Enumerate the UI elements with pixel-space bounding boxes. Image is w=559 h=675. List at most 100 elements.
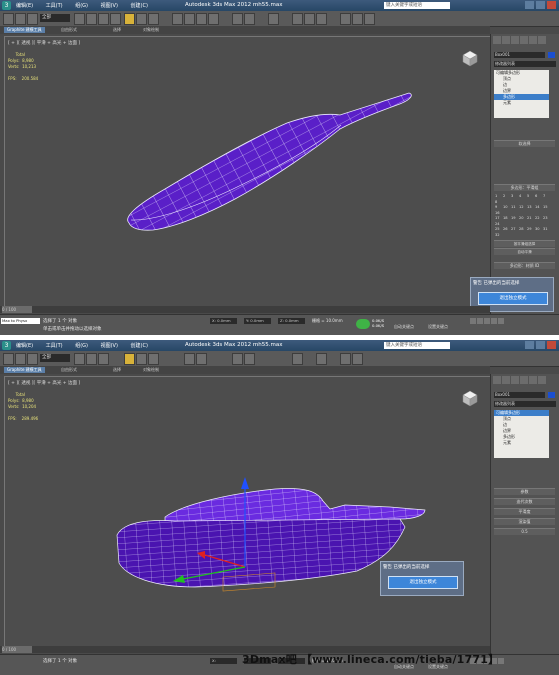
menu-group[interactable]: 组(G): [75, 3, 88, 9]
menu-edit[interactable]: 编辑(E): [16, 343, 33, 349]
modify-tab-icon[interactable]: [502, 36, 510, 44]
close-button[interactable]: [547, 341, 556, 349]
layer-icon[interactable]: [268, 13, 279, 25]
smoothness-value[interactable]: 0.5: [494, 528, 555, 535]
sg-button[interactable]: 10: [503, 205, 511, 211]
render-frame-icon[interactable]: [352, 13, 363, 25]
hierarchy-tab-icon[interactable]: [511, 36, 519, 44]
render-setup-icon[interactable]: [340, 353, 351, 365]
sg-button[interactable]: 30: [535, 227, 543, 233]
go-end-icon[interactable]: [498, 318, 504, 324]
tab-freeform[interactable]: 自由形式: [58, 27, 80, 33]
minimize-button[interactable]: [525, 1, 534, 9]
select-object-icon[interactable]: [74, 353, 85, 365]
select-by-name-icon[interactable]: [86, 13, 97, 25]
minimize-button[interactable]: [525, 341, 534, 349]
sg-button[interactable]: 27: [511, 227, 519, 233]
auto-smooth-button[interactable]: 自动平滑: [494, 248, 555, 255]
play-icon[interactable]: [484, 318, 490, 324]
move-icon[interactable]: [124, 13, 135, 25]
object-name-field[interactable]: Box001: [494, 392, 545, 398]
motion-tab-icon[interactable]: [520, 36, 528, 44]
curve-editor-icon[interactable]: [292, 353, 303, 365]
align-icon[interactable]: [244, 353, 255, 365]
curve-editor-icon[interactable]: [292, 13, 303, 25]
menu-group[interactable]: 组(G): [75, 343, 88, 349]
x-coordinate-field[interactable]: X: 0.0mm: [210, 318, 237, 324]
search-input[interactable]: 键入关键字或短语: [384, 2, 450, 9]
rect-selection-icon[interactable]: [98, 353, 109, 365]
sg-button[interactable]: 29: [527, 227, 535, 233]
snap-icon[interactable]: [184, 13, 195, 25]
render-setup-icon[interactable]: [340, 13, 351, 25]
menu-views[interactable]: 视图(V): [101, 343, 118, 349]
select-object-icon[interactable]: [74, 13, 85, 25]
sg-button[interactable]: 21: [527, 216, 535, 222]
undo-icon[interactable]: [3, 353, 14, 365]
stack-item[interactable]: 元素: [494, 440, 549, 446]
angle-snap-icon[interactable]: [196, 13, 207, 25]
search-input[interactable]: 键入关键字或短语: [384, 342, 450, 349]
sg-button[interactable]: 12: [519, 205, 527, 211]
object-color-swatch[interactable]: [548, 392, 555, 398]
sg-button[interactable]: 4: [519, 194, 527, 200]
sg-button[interactable]: 23: [543, 216, 551, 222]
z-coordinate-field[interactable]: Z: 0.0mm: [278, 318, 305, 324]
utilities-tab-icon[interactable]: [538, 376, 546, 384]
sg-button[interactable]: 13: [527, 205, 535, 211]
rotate-icon[interactable]: [136, 353, 147, 365]
percent-snap-icon[interactable]: [208, 13, 219, 25]
selection-filter-dropdown[interactable]: 全部: [40, 354, 70, 362]
auto-key-button[interactable]: 自动关键点: [394, 324, 414, 330]
scale-icon[interactable]: [148, 13, 159, 25]
display-tab-icon[interactable]: [529, 36, 537, 44]
undo-icon[interactable]: [3, 13, 14, 25]
hierarchy-tab-icon[interactable]: [511, 376, 519, 384]
tab-graphite[interactable]: Graphite 建模工具: [4, 367, 45, 373]
exit-isolation-button[interactable]: 退出独立模式: [388, 576, 458, 589]
mirror-icon[interactable]: [232, 13, 243, 25]
material-editor-icon[interactable]: [316, 13, 327, 25]
menu-tools[interactable]: 工具(T): [46, 3, 63, 9]
tab-object-paint[interactable]: 对象绘制: [140, 27, 162, 33]
motion-tab-icon[interactable]: [520, 376, 528, 384]
tab-selection[interactable]: 选择: [110, 27, 124, 33]
sg-button[interactable]: 7: [543, 194, 551, 200]
sg-button[interactable]: 14: [535, 205, 543, 211]
schematic-icon[interactable]: [304, 13, 315, 25]
sg-button[interactable]: 3: [511, 194, 519, 200]
app-logo-icon[interactable]: 3: [2, 1, 11, 10]
perspective-viewport[interactable]: [ + ][ 透视 ][ 平滑 + 高光 + 边面 ] Total Polys:…: [4, 376, 491, 648]
link-icon[interactable]: [27, 13, 38, 25]
create-tab-icon[interactable]: [493, 36, 501, 44]
rotate-icon[interactable]: [136, 13, 147, 25]
sg-button[interactable]: 19: [511, 216, 519, 222]
snap-icon[interactable]: [184, 353, 195, 365]
sg-button[interactable]: 15: [543, 205, 551, 211]
tab-object-paint[interactable]: 对象绘制: [140, 367, 162, 373]
menu-create[interactable]: 创建(C): [131, 343, 148, 349]
window-crossing-icon[interactable]: [110, 13, 121, 25]
sg-button[interactable]: 32: [495, 233, 503, 239]
mirror-icon[interactable]: [232, 353, 243, 365]
boat-hull-mesh[interactable]: [5, 37, 490, 307]
link-icon[interactable]: [27, 353, 38, 365]
tab-graphite[interactable]: Graphite 建模工具: [4, 27, 45, 33]
menu-edit[interactable]: 编辑(E): [16, 3, 33, 9]
menu-create[interactable]: 创建(C): [131, 3, 148, 9]
render-frame-icon[interactable]: [352, 353, 363, 365]
move-icon[interactable]: [124, 353, 135, 365]
sg-button[interactable]: 11: [511, 205, 519, 211]
align-icon[interactable]: [244, 13, 255, 25]
menu-tools[interactable]: 工具(T): [46, 343, 63, 349]
material-editor-icon[interactable]: [316, 353, 327, 365]
maximize-button[interactable]: [536, 1, 545, 9]
next-frame-icon[interactable]: [491, 318, 497, 324]
go-start-icon[interactable]: [470, 318, 476, 324]
sg-button[interactable]: 22: [535, 216, 543, 222]
angle-snap-icon[interactable]: [196, 353, 207, 365]
tab-selection[interactable]: 选择: [110, 367, 124, 373]
close-button[interactable]: [547, 1, 556, 9]
select-by-sg-button[interactable]: 按平滑组选择: [494, 240, 555, 247]
rect-selection-icon[interactable]: [98, 13, 109, 25]
